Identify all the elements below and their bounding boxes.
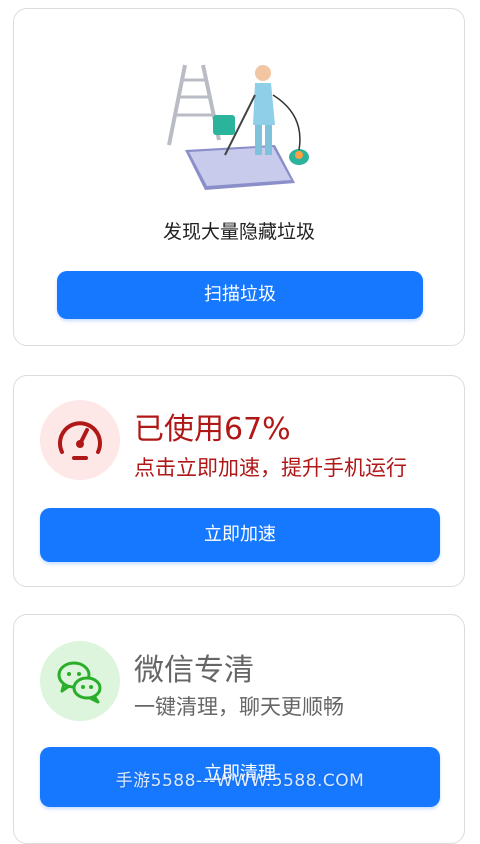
wechat-icon bbox=[57, 661, 102, 704]
speed-up-button[interactable]: 立即加速 bbox=[40, 508, 440, 562]
speedometer-icon bbox=[58, 421, 102, 460]
junk-found-title: 发现大量隐藏垃圾 bbox=[162, 221, 315, 243]
wechat-clean-title: 微信专清 bbox=[134, 653, 254, 688]
speed-up-tip: 点击立即加速，提升手机运行 bbox=[134, 456, 407, 480]
wechat-clean-tip: 一键清理，聊天更顺畅 bbox=[134, 695, 344, 719]
wechat-clean-card: 微信专清 一键清理，聊天更顺畅 立即清理 bbox=[13, 614, 465, 844]
junk-clean-card: 发现大量隐藏垃圾 扫描垃圾 bbox=[13, 8, 465, 346]
speed-up-card: 已使用67% 点击立即加速，提升手机运行 立即加速 bbox=[13, 375, 465, 587]
speedometer-icon-badge bbox=[40, 400, 120, 480]
wechat-icon-badge bbox=[40, 641, 120, 721]
memory-usage-text: 已使用67% bbox=[134, 412, 291, 447]
watermark-text: 手游5588---WWW.5588.COM bbox=[115, 771, 365, 791]
cleaning-illustration bbox=[167, 64, 309, 190]
scan-junk-button[interactable]: 扫描垃圾 bbox=[57, 271, 423, 319]
